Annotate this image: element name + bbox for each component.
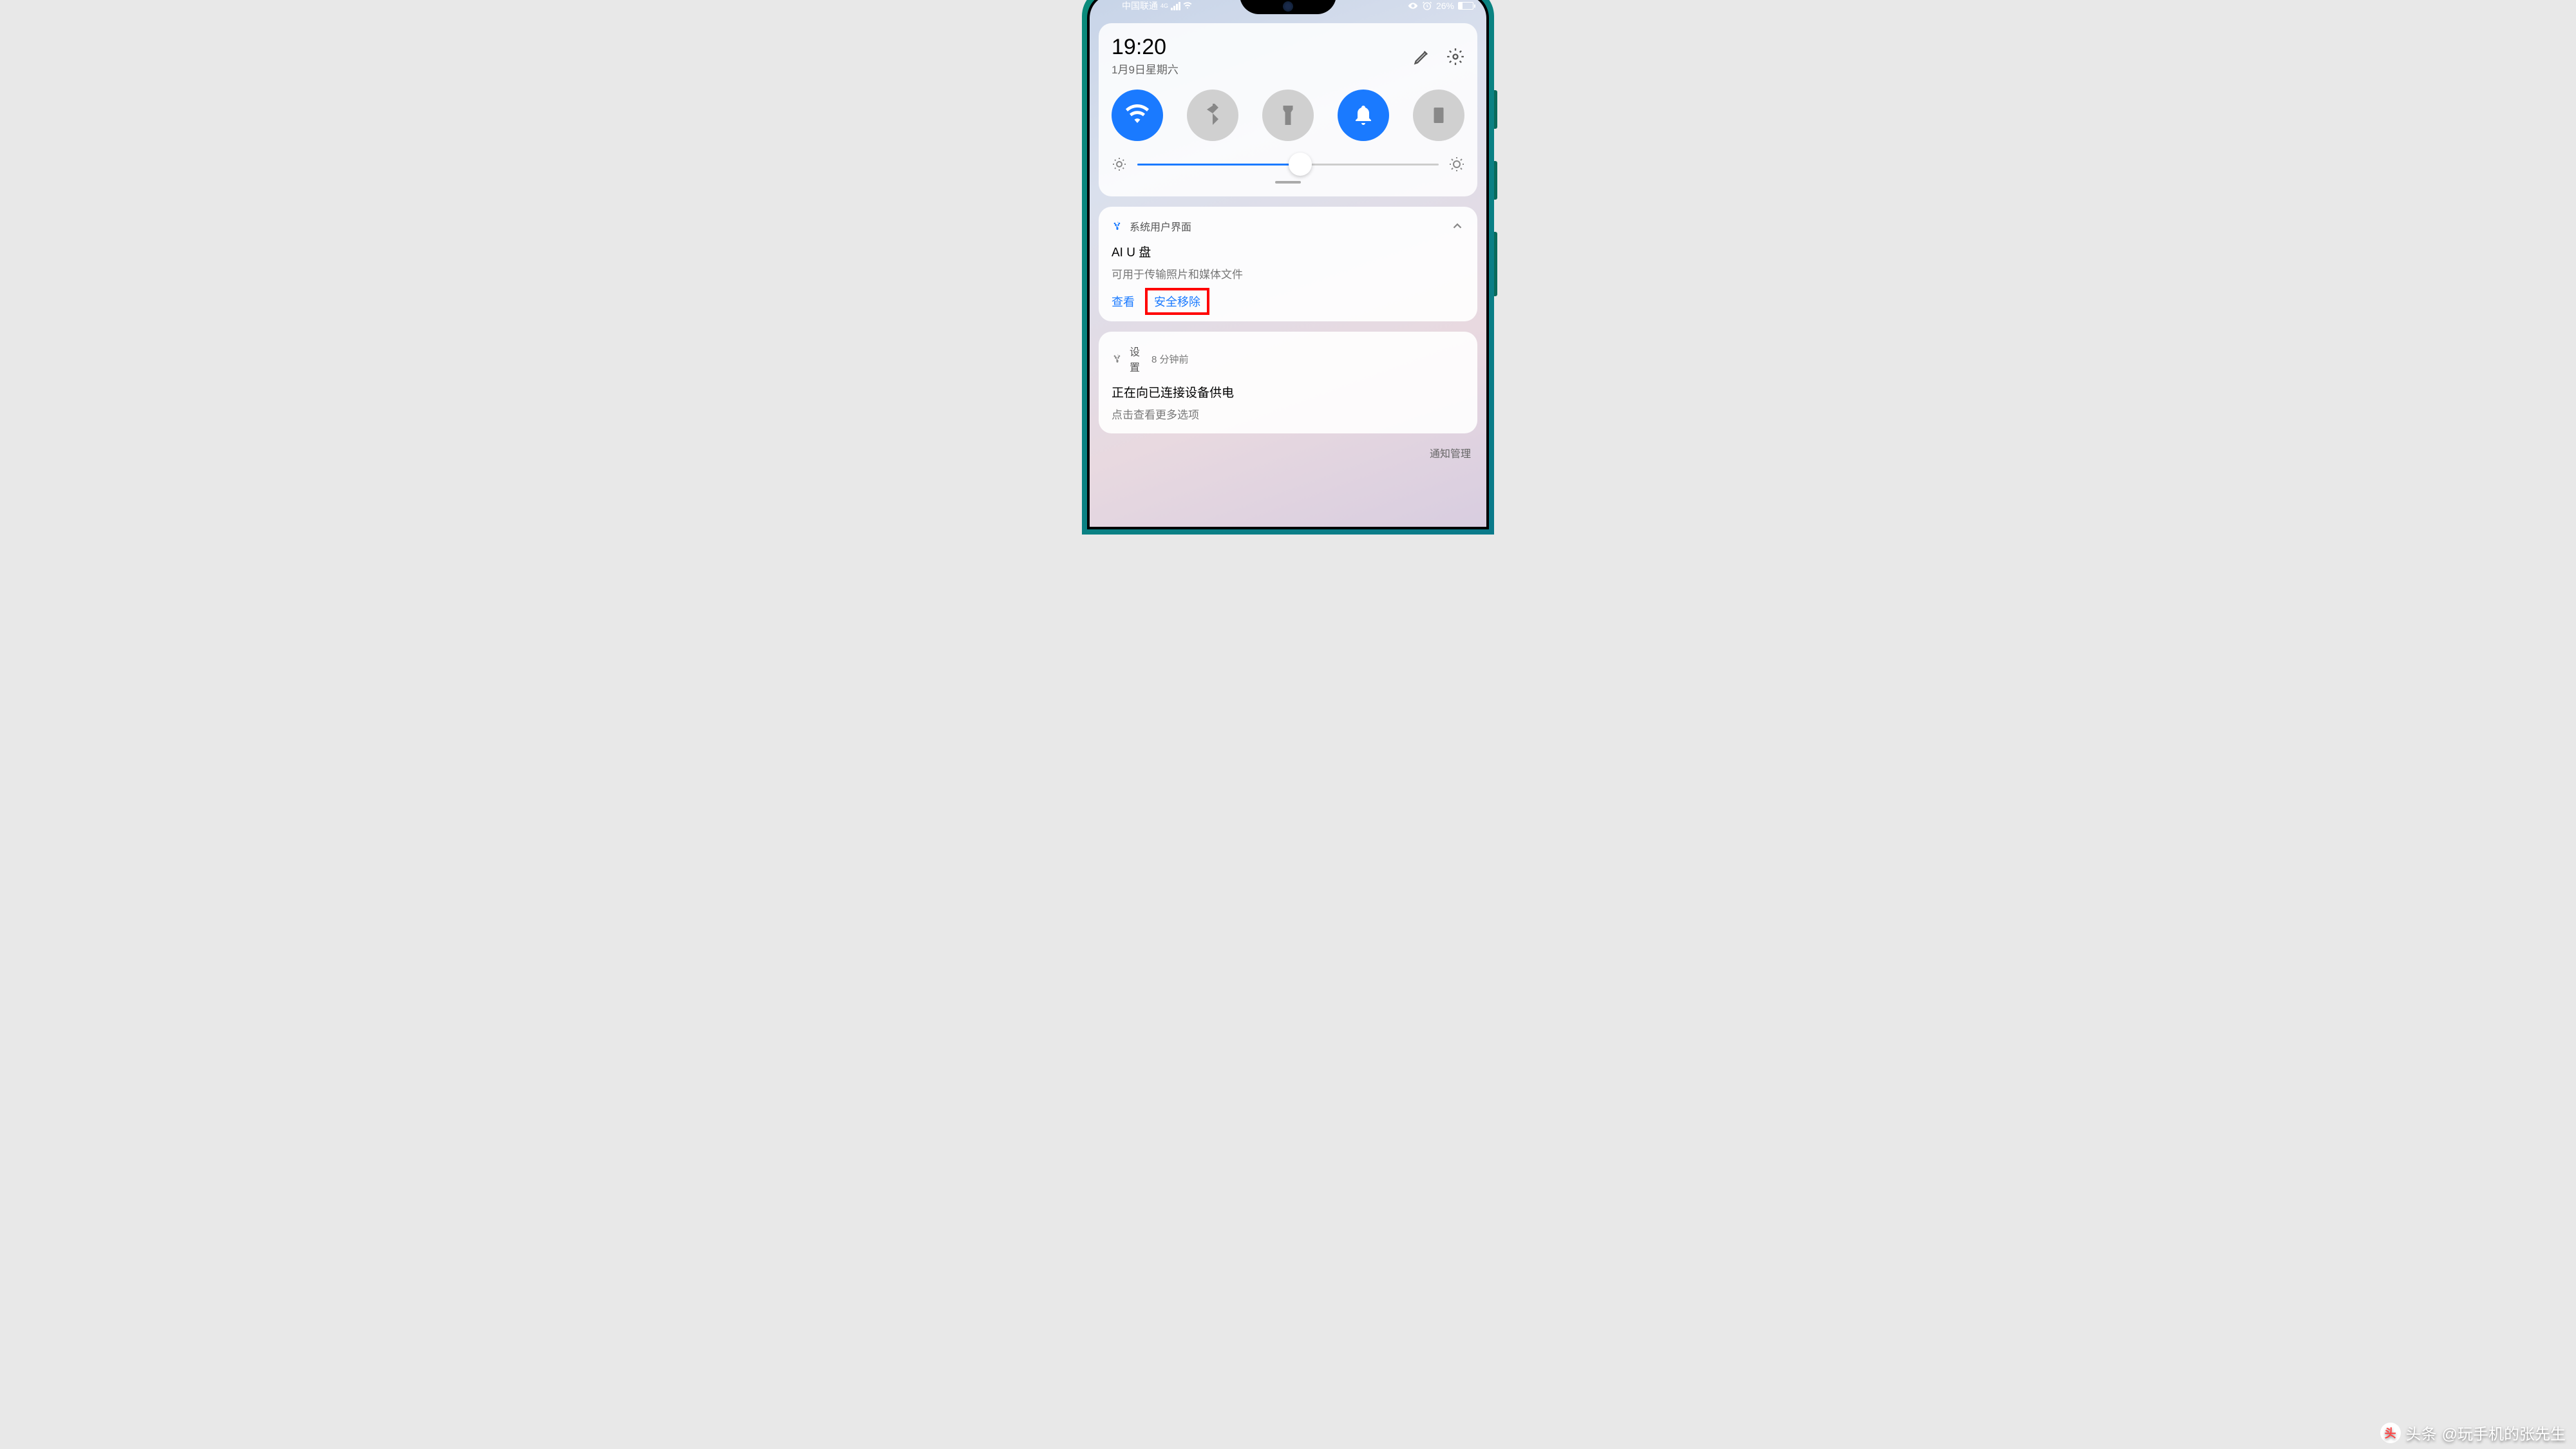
clock-time: 19:20	[1112, 36, 1179, 58]
view-action-button[interactable]: 查看	[1112, 293, 1135, 310]
eye-icon	[1408, 1, 1418, 11]
notification-time: 8 分钟前	[1151, 352, 1464, 366]
side-button	[1494, 232, 1497, 296]
brightness-low-icon	[1112, 156, 1127, 172]
notification-body: 可用于传输照片和媒体文件	[1112, 265, 1464, 281]
carrier-label: 中国联通	[1122, 0, 1158, 12]
usb-icon	[1112, 220, 1123, 232]
watermark-brand: 头条	[2406, 1421, 2437, 1444]
brightness-high-icon	[1449, 156, 1464, 172]
notification-title: AI U 盘	[1112, 243, 1464, 260]
clock-date: 1月9日星期六	[1112, 61, 1179, 77]
notification-title: 正在向已连接设备供电	[1112, 383, 1464, 401]
front-camera	[1283, 1, 1293, 12]
notification-body: 点击查看更多选项	[1112, 406, 1464, 422]
quick-settings-panel: 19:20 1月9日星期六	[1099, 23, 1477, 196]
side-button	[1494, 90, 1497, 129]
brightness-slider[interactable]	[1137, 164, 1439, 166]
brightness-thumb[interactable]	[1289, 153, 1312, 176]
signal-icon	[1171, 2, 1180, 10]
phone-frame: 中国联通 4G	[1082, 0, 1494, 535]
bluetooth-icon	[1201, 104, 1224, 127]
watermark-author: @玩手机的张先生	[2442, 1421, 2566, 1444]
notification-card-settings[interactable]: 设置 8 分钟前 正在向已连接设备供电 点击查看更多选项	[1099, 332, 1477, 433]
bell-icon	[1352, 104, 1375, 127]
notification-toggle[interactable]	[1338, 90, 1389, 141]
phone-screen: 中国联通 4G	[1090, 0, 1486, 527]
notification-card-usb[interactable]: 系统用户界面 AI U 盘 可用于传输照片和媒体文件 查看 安全移除	[1099, 207, 1477, 321]
side-button	[1494, 161, 1497, 200]
watermark: 头 头条 @玩手机的张先生	[2380, 1421, 2566, 1444]
usb-icon	[1112, 353, 1123, 365]
gear-icon[interactable]	[1446, 48, 1464, 66]
notification-app-name: 系统用户界面	[1130, 218, 1444, 234]
wifi-toggle[interactable]	[1112, 90, 1163, 141]
notification-manage-link[interactable]: 通知管理	[1099, 433, 1477, 460]
bluetooth-toggle[interactable]	[1187, 90, 1238, 141]
battery-percent: 26%	[1436, 1, 1454, 11]
wifi-icon	[1126, 104, 1149, 127]
notification-app-name: 设置	[1130, 343, 1140, 374]
vibrate-toggle[interactable]	[1413, 90, 1464, 141]
network-label: 4G	[1160, 3, 1168, 9]
vibrate-icon	[1427, 104, 1450, 127]
safe-remove-action-button[interactable]: 安全移除	[1145, 288, 1209, 315]
panel-handle[interactable]	[1275, 181, 1301, 184]
wifi-status-icon	[1183, 1, 1192, 10]
alarm-icon	[1422, 1, 1432, 11]
flashlight-toggle[interactable]	[1262, 90, 1314, 141]
battery-icon	[1458, 2, 1473, 10]
flashlight-icon	[1276, 104, 1300, 127]
notch	[1240, 0, 1336, 14]
chevron-up-icon[interactable]	[1450, 219, 1464, 233]
watermark-logo: 头	[2380, 1423, 2401, 1443]
edit-icon[interactable]	[1413, 48, 1431, 66]
